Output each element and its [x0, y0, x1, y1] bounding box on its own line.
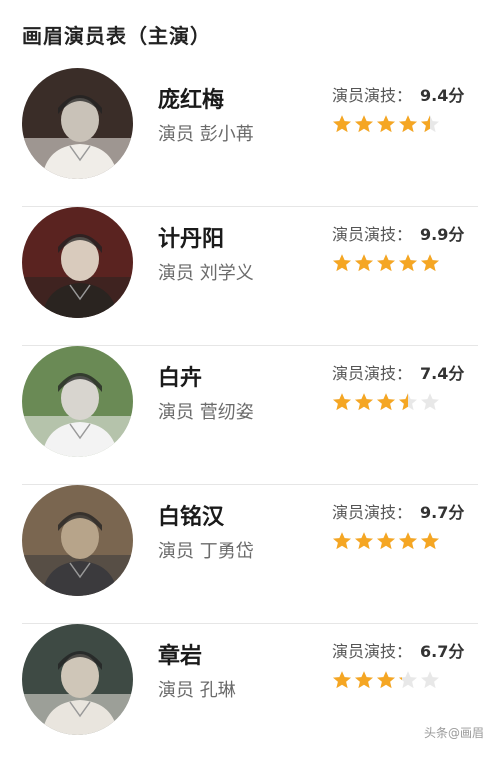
rating-score: 6.7分 — [420, 642, 465, 661]
avatar[interactable] — [22, 624, 133, 735]
star-icon — [398, 114, 418, 134]
star-icon — [420, 114, 440, 134]
star-icon — [354, 253, 374, 273]
star-icon — [376, 114, 396, 134]
star-icon — [332, 670, 352, 690]
rating-label-text: 演员演技： — [332, 503, 413, 522]
star-icon — [376, 531, 396, 551]
cast-list: 庞红梅 演员 彭小苒 演员演技： 9.4分 计丹阳 演员 刘学义 演员演技： 9.9分 白卉 演员… — [0, 68, 500, 763]
star-icon — [332, 531, 352, 551]
rating-label: 演员演技： 9.9分 — [332, 221, 464, 245]
star-icon — [398, 392, 418, 412]
role-name: 白铭汉 — [158, 505, 225, 530]
actor-prefix: 演员 — [158, 680, 194, 701]
rating-label-text: 演员演技： — [332, 225, 413, 244]
rating-label-text: 演员演技： — [332, 86, 413, 105]
portrait-person-icon — [22, 624, 133, 735]
star-icon — [376, 392, 396, 412]
star-icon — [420, 670, 440, 690]
rating-label: 演员演技： 9.4分 — [332, 82, 464, 106]
rating-label-text: 演员演技： — [332, 642, 413, 661]
portrait-man-icon — [22, 207, 133, 318]
actor-name: 孔琳 — [199, 680, 236, 701]
actor-prefix: 演员 — [158, 541, 194, 562]
star-icon — [354, 114, 374, 134]
role-name: 章岩 — [158, 644, 203, 669]
star-icon — [332, 253, 352, 273]
list-item[interactable]: 庞红梅演员 彭小苒 演员演技： 9.4分 — [0, 68, 500, 207]
actor-line: 演员 彭小苒 — [158, 120, 254, 146]
star-rating — [332, 670, 440, 692]
actor-prefix: 演员 — [158, 402, 194, 423]
watermark: 头条@画眉 — [423, 726, 484, 740]
avatar[interactable] — [22, 346, 133, 457]
role-name: 计丹阳 — [158, 227, 225, 252]
star-icon — [354, 670, 374, 690]
actor-name: 刘学义 — [199, 263, 254, 284]
avatar[interactable] — [22, 207, 133, 318]
star-icon — [420, 531, 440, 551]
star-rating — [332, 531, 440, 553]
actor-line: 演员 丁勇岱 — [158, 537, 254, 563]
actor-name: 菅纫姿 — [199, 402, 254, 423]
rating-label: 演员演技： 6.7分 — [332, 638, 464, 662]
list-item[interactable]: 白铭汉演员 丁勇岱 演员演技： 9.7分 — [0, 485, 500, 624]
rating-label-text: 演员演技： — [332, 364, 413, 383]
star-rating — [332, 253, 440, 275]
star-icon — [398, 670, 418, 690]
portrait-nurse-icon — [22, 68, 133, 179]
avatar[interactable] — [22, 485, 133, 596]
actor-name: 丁勇岱 — [199, 541, 254, 562]
star-icon — [398, 253, 418, 273]
star-icon — [420, 253, 440, 273]
star-icon — [332, 114, 352, 134]
rating-label: 演员演技： 9.7分 — [332, 499, 464, 523]
star-icon — [376, 670, 396, 690]
star-icon — [398, 531, 418, 551]
rating-score: 9.4分 — [420, 86, 465, 105]
portrait-nurse-icon — [22, 346, 133, 457]
list-item[interactable]: 计丹阳演员 刘学义 演员演技： 9.9分 — [0, 207, 500, 346]
actor-prefix: 演员 — [158, 263, 194, 284]
rating-score: 7.4分 — [420, 364, 465, 383]
star-rating — [332, 114, 440, 136]
star-rating — [332, 392, 440, 414]
star-icon — [354, 392, 374, 412]
star-icon — [354, 531, 374, 551]
list-item[interactable]: 白卉演员 菅纫姿 演员演技： 7.4分 — [0, 346, 500, 485]
actor-name: 彭小苒 — [199, 124, 254, 145]
actor-line: 演员 刘学义 — [158, 259, 254, 285]
actor-line: 演员 孔琳 — [158, 676, 236, 702]
rating-label: 演员演技： 7.4分 — [332, 360, 464, 384]
portrait-man-icon — [22, 485, 133, 596]
actor-line: 演员 菅纫姿 — [158, 398, 254, 424]
avatar[interactable] — [22, 68, 133, 179]
list-item[interactable]: 章岩演员 孔琳 演员演技： 6.7分 — [0, 624, 500, 763]
actor-prefix: 演员 — [158, 124, 194, 145]
rating-score: 9.9分 — [420, 225, 465, 244]
star-icon — [332, 392, 352, 412]
star-icon — [376, 253, 396, 273]
star-icon — [420, 392, 440, 412]
page-title: 画眉演员表（主演） — [22, 24, 211, 48]
role-name: 白卉 — [158, 366, 203, 391]
rating-score: 9.7分 — [420, 503, 465, 522]
role-name: 庞红梅 — [158, 88, 225, 113]
